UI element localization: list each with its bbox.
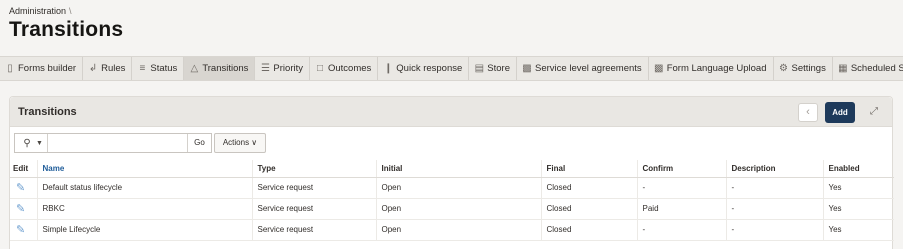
transitions-table: Edit Name Type Initial Final Confirm Des…	[10, 160, 894, 241]
edit-icon[interactable]: ✎	[16, 182, 25, 194]
table-header-row: Edit Name Type Initial Final Confirm Des…	[10, 160, 894, 178]
edit-icon[interactable]: ✎	[16, 203, 25, 215]
table-row: ✎ Default status lifecycle Service reque…	[10, 177, 894, 199]
tab-quick-response[interactable]: ❙ Quick response	[378, 57, 470, 80]
column-header-confirm[interactable]: Confirm	[636, 160, 726, 178]
tab-store[interactable]: ▤ Store	[469, 57, 518, 80]
column-header-enabled[interactable]: Enabled	[822, 160, 894, 178]
column-header-edit: Edit	[10, 160, 37, 178]
rules-icon: ↲	[88, 63, 98, 74]
search-input[interactable]	[46, 134, 187, 152]
confirm-cell: -	[636, 219, 726, 241]
table-row: ✎ Simple Lifecycle Service request Open …	[10, 219, 894, 241]
search-box: ⚲ ▼ Go	[14, 133, 212, 153]
tab-label: Settings	[791, 63, 826, 74]
column-header-initial[interactable]: Initial	[375, 160, 541, 178]
column-header-final[interactable]: Final	[540, 160, 637, 178]
breadcrumb-separator: \	[69, 6, 72, 16]
tab-label: Scheduled Serv	[850, 63, 903, 74]
expand-button[interactable]: ⤢	[866, 104, 882, 120]
tab-priority[interactable]: ☰ Priority	[255, 57, 310, 80]
type-cell: Service request	[251, 177, 376, 199]
tab-label: Forms builder	[18, 63, 77, 74]
name-cell: Default status lifecycle	[36, 177, 252, 199]
confirm-cell: Paid	[636, 198, 726, 220]
description-cell: -	[725, 177, 823, 199]
page-title: Transitions	[9, 18, 124, 41]
priority-icon: ☰	[260, 63, 270, 74]
tab-label: Service level agreements	[535, 63, 642, 74]
final-cell: Closed	[540, 219, 637, 241]
tab-transitions[interactable]: △ Transitions	[184, 57, 256, 80]
tab-label: Form Language Upload	[666, 63, 767, 74]
description-cell: -	[725, 219, 823, 241]
tab-label: Rules	[101, 63, 126, 74]
type-cell: Service request	[251, 198, 376, 220]
tab-label: Status	[150, 63, 178, 74]
actions-label: Actions	[222, 138, 250, 147]
edit-cell[interactable]: ✎	[10, 177, 37, 199]
enabled-cell: Yes	[822, 198, 894, 220]
type-cell: Service request	[251, 219, 376, 241]
tab-outcomes[interactable]: □ Outcomes	[310, 57, 379, 80]
enabled-cell: Yes	[822, 177, 894, 199]
tab-label: Priority	[273, 63, 303, 74]
tab-label: Quick response	[396, 63, 463, 74]
gear-icon: ⚙	[779, 63, 788, 74]
column-header-type[interactable]: Type	[251, 160, 376, 178]
panel-header: Transitions ‹ Add ⤢	[10, 97, 892, 127]
transitions-icon: △	[190, 63, 199, 74]
breadcrumb: Administration \	[9, 6, 72, 16]
tab-forms-builder[interactable]: ▯ Forms builder	[0, 57, 84, 80]
tab-rules[interactable]: ↲ Rules	[83, 57, 133, 80]
upload-icon: ▩	[653, 63, 664, 74]
initial-cell: Open	[375, 177, 541, 199]
panel-title: Transitions	[18, 106, 77, 118]
add-button[interactable]: Add	[825, 102, 855, 123]
status-icon: ≡	[139, 63, 146, 74]
tab-label: Outcomes	[327, 63, 372, 74]
edit-icon[interactable]: ✎	[16, 224, 25, 236]
chevron-down-icon[interactable]: ▼	[36, 140, 43, 147]
sla-icon: ▩	[522, 63, 532, 74]
tab-label: Transitions	[202, 63, 249, 74]
tab-service-level-agreements[interactable]: ▩ Service level agreements	[517, 57, 649, 80]
edit-cell[interactable]: ✎	[10, 219, 37, 241]
edit-cell[interactable]: ✎	[10, 198, 37, 220]
tab-scheduled-services[interactable]: ▦Scheduled Serv	[833, 57, 903, 80]
admin-tab-bar: ▯ Forms builder ↲ Rules ≡ Status △ Transitio…	[0, 56, 903, 81]
transitions-panel: Transitions ‹ Add ⤢ ⚲ ▼ Go Actions ∨ Edi…	[9, 96, 894, 249]
outcomes-icon: □	[316, 63, 323, 74]
calendar-icon: ▦	[838, 63, 848, 74]
enabled-cell: Yes	[822, 219, 894, 241]
tab-form-language-upload[interactable]: ▩ Form Language Upload	[649, 57, 774, 80]
name-cell: RBKC	[36, 198, 252, 220]
expand-icon: ⤢	[870, 106, 878, 117]
column-header-name[interactable]: Name	[36, 160, 252, 178]
previous-button[interactable]: ‹	[798, 103, 818, 122]
store-icon: ▤	[474, 63, 485, 74]
description-cell: -	[725, 198, 823, 220]
search-toolbar: ⚲ ▼ Go Actions ∨	[10, 127, 892, 157]
tab-label: Store	[487, 63, 511, 74]
final-cell: Closed	[540, 177, 637, 199]
tab-settings[interactable]: ⚙ Settings	[774, 57, 833, 80]
breadcrumb-link-administration[interactable]: Administration	[9, 6, 66, 16]
table-row: ✎ RBKC Service request Open Closed Paid …	[10, 198, 894, 220]
chevron-left-icon: ‹	[806, 106, 810, 118]
final-cell: Closed	[540, 198, 637, 220]
chevron-down-icon: ∨	[251, 138, 258, 147]
go-button[interactable]: Go	[187, 134, 211, 152]
search-icon[interactable]: ⚲	[18, 138, 36, 149]
document-icon: ▯	[7, 63, 13, 74]
quick-response-icon: ❙	[384, 63, 393, 74]
initial-cell: Open	[375, 219, 541, 241]
confirm-cell: -	[636, 177, 726, 199]
tab-status[interactable]: ≡ Status	[132, 57, 185, 80]
name-cell: Simple Lifecycle	[36, 219, 252, 241]
initial-cell: Open	[375, 198, 541, 220]
column-header-description[interactable]: Description	[725, 160, 823, 178]
actions-menu-button[interactable]: Actions ∨	[214, 133, 266, 153]
